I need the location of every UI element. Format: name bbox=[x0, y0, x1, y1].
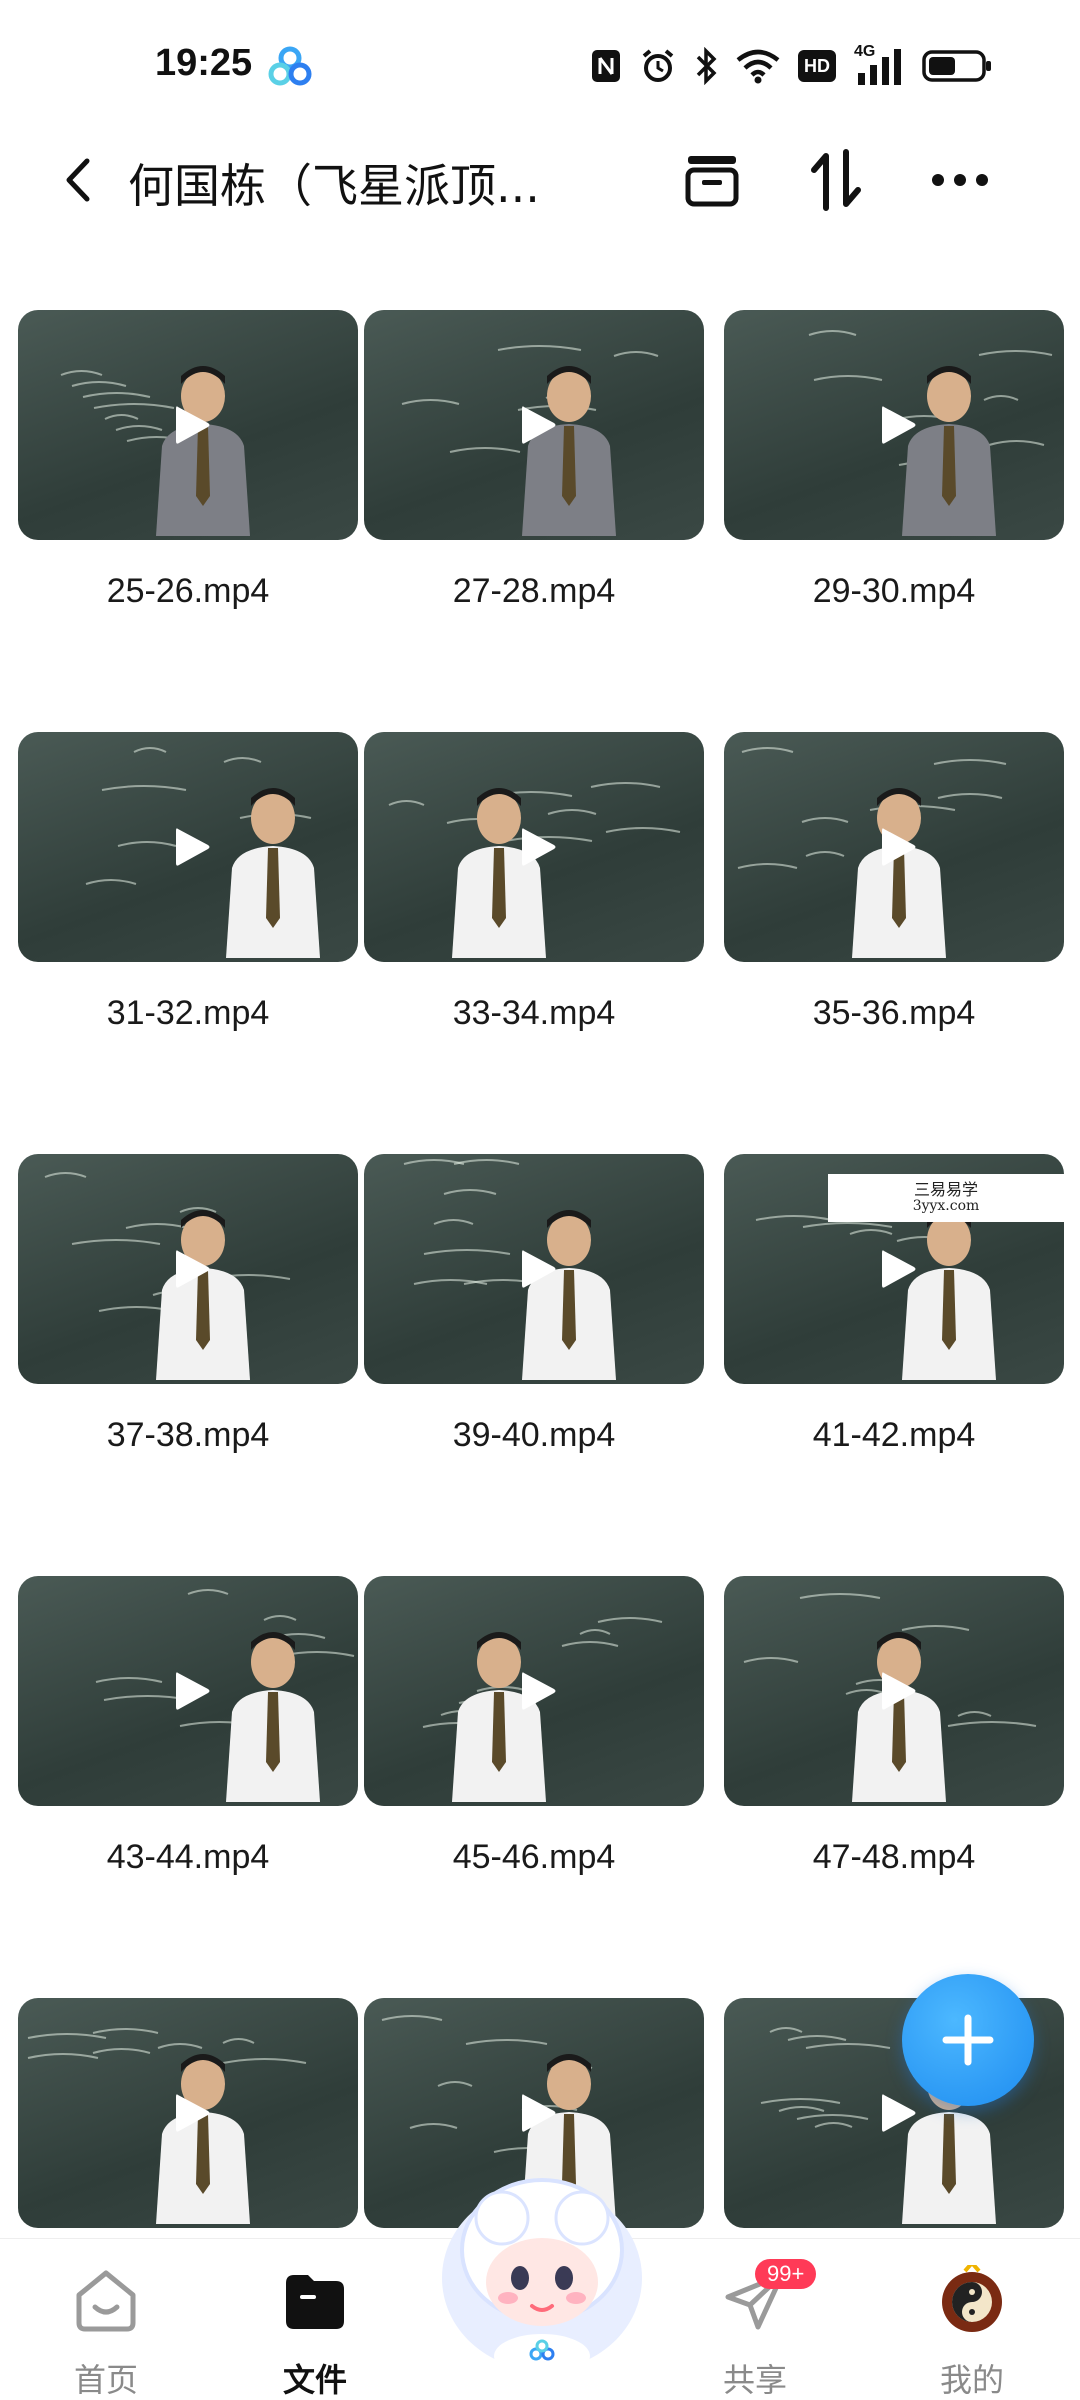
video-thumbnail[interactable] bbox=[724, 310, 1064, 540]
file-tile[interactable]: 45-46.mp4 bbox=[364, 1576, 704, 1886]
status-bar: 19:25 HD 4G bbox=[0, 0, 1080, 130]
video-thumbnail[interactable] bbox=[364, 1576, 704, 1806]
home-icon bbox=[76, 2270, 136, 2332]
file-name: 33-34.mp4 bbox=[452, 994, 616, 1032]
avatar-icon bbox=[942, 2265, 1002, 2332]
file-name: 27-28.mp4 bbox=[452, 572, 616, 610]
play-icon bbox=[882, 1672, 916, 1710]
archive-button[interactable] bbox=[674, 142, 750, 218]
signal-4g-icon: 4G bbox=[854, 43, 904, 85]
watermark: 三易易学 3yyx.com bbox=[828, 1174, 1064, 1222]
file-tile[interactable]: 43-44.mp4 bbox=[18, 1576, 358, 1886]
play-icon bbox=[522, 2094, 556, 2132]
file-tile[interactable]: 33-34.mp4 bbox=[364, 732, 704, 1042]
file-name: 41-42.mp4 bbox=[812, 1416, 976, 1454]
nav-item-profile[interactable]: 我的 bbox=[902, 2259, 1042, 2399]
plus-icon bbox=[942, 2014, 994, 2066]
file-tile[interactable]: 35-36.mp4 bbox=[724, 732, 1064, 1042]
nfc-icon bbox=[592, 50, 620, 82]
play-icon bbox=[176, 1250, 210, 1288]
app-logo-icon bbox=[268, 46, 312, 86]
nav-label-profile: 我的 bbox=[939, 2361, 1004, 2399]
file-name: 31-32.mp4 bbox=[106, 994, 270, 1032]
nav-item-home[interactable]: 首页 bbox=[36, 2259, 176, 2399]
video-thumbnail[interactable] bbox=[18, 1998, 358, 2228]
video-thumbnail[interactable] bbox=[18, 310, 358, 540]
nav-label-files: 文件 bbox=[282, 2361, 347, 2399]
file-name: 29-30.mp4 bbox=[812, 572, 976, 610]
file-name: 39-40.mp4 bbox=[452, 1416, 616, 1454]
video-thumbnail[interactable]: 三易易学 3yyx.com bbox=[724, 1154, 1064, 1384]
play-icon bbox=[522, 828, 556, 866]
video-thumbnail[interactable] bbox=[724, 1576, 1064, 1806]
file-name: 47-48.mp4 bbox=[812, 1838, 976, 1876]
play-icon bbox=[882, 828, 916, 866]
file-tile[interactable]: 25-26.mp4 bbox=[18, 310, 358, 620]
presenter-figure bbox=[218, 1612, 328, 1806]
hd-icon: HD bbox=[798, 50, 836, 82]
watermark-line2: 3yyx.com bbox=[912, 1198, 980, 1214]
presenter-figure bbox=[218, 768, 328, 962]
folder-icon bbox=[286, 2275, 344, 2329]
nav-label-share: 共享 bbox=[722, 2361, 787, 2399]
file-tile[interactable]: 37-38.mp4 bbox=[18, 1154, 358, 1464]
nav-item-files[interactable]: 文件 bbox=[245, 2259, 385, 2399]
file-tile[interactable]: 27-28.mp4 bbox=[364, 310, 704, 620]
video-thumbnail[interactable] bbox=[364, 310, 704, 540]
watermark-line1: 三易易学 bbox=[913, 1180, 978, 1199]
back-button[interactable] bbox=[48, 148, 108, 212]
sort-button[interactable] bbox=[798, 142, 874, 218]
play-icon bbox=[882, 2094, 916, 2132]
file-tile[interactable]: 47-48.mp4 bbox=[724, 1576, 1064, 1886]
mascot-icon[interactable] bbox=[432, 2160, 652, 2380]
notification-badge: 99+ bbox=[755, 2259, 817, 2289]
file-name: 25-26.mp4 bbox=[106, 572, 270, 610]
more-icon bbox=[932, 174, 988, 186]
status-time: 19:25 bbox=[155, 42, 253, 84]
more-button[interactable] bbox=[922, 142, 998, 218]
play-icon bbox=[522, 406, 556, 444]
wifi-icon bbox=[736, 49, 780, 84]
video-thumbnail[interactable] bbox=[18, 1576, 358, 1806]
file-tile[interactable]: 三易易学 3yyx.com 41-42.mp4 bbox=[724, 1154, 1064, 1464]
sort-icon bbox=[811, 149, 861, 211]
file-tile[interactable]: 31-32.mp4 bbox=[18, 732, 358, 1042]
play-icon bbox=[882, 406, 916, 444]
play-icon bbox=[176, 2094, 210, 2132]
video-thumbnail[interactable] bbox=[18, 732, 358, 962]
video-thumbnail[interactable] bbox=[364, 732, 704, 962]
video-thumbnail[interactable] bbox=[364, 1154, 704, 1384]
play-icon bbox=[522, 1250, 556, 1288]
video-thumbnail[interactable] bbox=[724, 732, 1064, 962]
battery-icon bbox=[922, 50, 991, 82]
nav-item-share[interactable]: 99+ 共享 bbox=[685, 2259, 825, 2399]
archive-icon bbox=[685, 156, 739, 207]
video-thumbnail[interactable] bbox=[18, 1154, 358, 1384]
play-icon bbox=[176, 1672, 210, 1710]
file-tile[interactable]: 29-30.mp4 bbox=[724, 310, 1064, 620]
top-app-bar: 何国栋（飞星派顶... bbox=[0, 130, 1080, 230]
chevron-left-icon bbox=[66, 158, 90, 202]
bluetooth-icon bbox=[696, 47, 717, 85]
play-icon bbox=[882, 1250, 916, 1288]
play-icon bbox=[522, 1672, 556, 1710]
network-type-label: 4G bbox=[854, 43, 876, 60]
file-name: 43-44.mp4 bbox=[106, 1838, 270, 1876]
file-name: 37-38.mp4 bbox=[106, 1416, 270, 1454]
file-name: 45-46.mp4 bbox=[452, 1838, 616, 1876]
add-button[interactable] bbox=[902, 1974, 1034, 2106]
play-icon bbox=[176, 406, 210, 444]
file-tile[interactable]: 39-40.mp4 bbox=[364, 1154, 704, 1464]
page-title: 何国栋（飞星派顶... bbox=[128, 159, 540, 213]
alarm-icon bbox=[642, 49, 674, 82]
file-name: 35-36.mp4 bbox=[812, 994, 976, 1032]
play-icon bbox=[176, 828, 210, 866]
nav-label-home: 首页 bbox=[73, 2361, 138, 2399]
status-icons: HD 4G bbox=[590, 43, 992, 88]
